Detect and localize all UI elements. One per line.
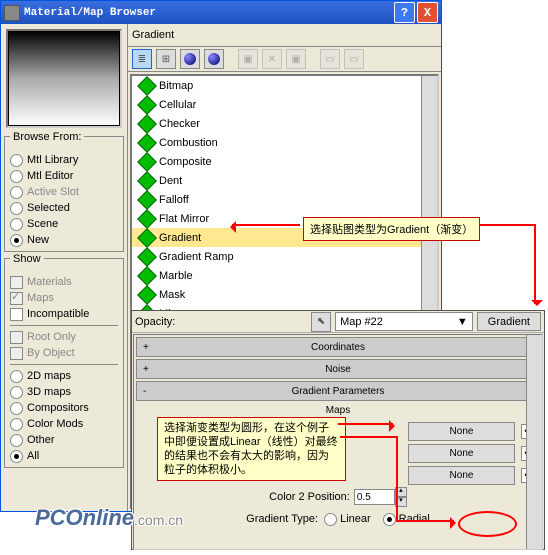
radio-cat-0[interactable]: 2D maps bbox=[10, 368, 118, 384]
tool-delete-icon: ✕ bbox=[262, 49, 282, 69]
check-filter-0: Root Only bbox=[10, 329, 118, 345]
red-line bbox=[474, 224, 534, 226]
tool-icon: ▣ bbox=[286, 49, 306, 69]
radio-cat-3[interactable]: Color Mods bbox=[10, 416, 118, 432]
spinner-input[interactable] bbox=[354, 489, 395, 505]
check-show-1: Maps bbox=[10, 290, 118, 306]
map-icon bbox=[137, 209, 157, 229]
map-icon bbox=[137, 228, 157, 248]
map-icon bbox=[137, 247, 157, 267]
window-title: Material/Map Browser bbox=[24, 7, 156, 19]
gradient-type-radios: Linear Radial bbox=[324, 513, 430, 526]
toolbar: ≣ ⊞ ▣ ✕ ▣ ▭ ▭ bbox=[128, 47, 441, 72]
opacity-label: Opacity: bbox=[135, 316, 175, 328]
map-button[interactable]: None bbox=[408, 466, 515, 485]
pick-icon[interactable]: ⬉ bbox=[311, 312, 331, 332]
view-ball2-icon[interactable] bbox=[204, 49, 224, 69]
map-icon bbox=[137, 133, 157, 153]
map-icon bbox=[137, 95, 157, 115]
map-type-item[interactable]: Dent bbox=[132, 171, 437, 190]
radio-cat-4[interactable]: Other bbox=[10, 432, 118, 448]
map-type-item[interactable]: Mask bbox=[132, 285, 437, 304]
map-icon bbox=[137, 152, 157, 172]
radio-radial[interactable]: Radial bbox=[383, 513, 430, 526]
map-type-item[interactable]: Cellular bbox=[132, 95, 437, 114]
map-icon bbox=[137, 190, 157, 210]
radio-browse-2[interactable]: Active Slot bbox=[10, 184, 118, 200]
map-type-item[interactable]: Checker bbox=[132, 114, 437, 133]
radio-cat-2[interactable]: Compositors bbox=[10, 400, 118, 416]
title-bar: Material/Map Browser ? X bbox=[1, 1, 441, 24]
map-icon bbox=[137, 114, 157, 134]
map-icon bbox=[137, 266, 157, 286]
map-type-item[interactable]: Falloff bbox=[132, 190, 437, 209]
red-line bbox=[396, 436, 398, 520]
map-type-item[interactable]: Bitmap bbox=[132, 76, 437, 95]
gradient-type-label: Gradient Type: bbox=[246, 513, 318, 525]
annotation-1: 选择贴图类型为Gradient（渐变） bbox=[303, 217, 480, 241]
radio-cat-1[interactable]: 3D maps bbox=[10, 384, 118, 400]
browse-from-group: Browse From: Mtl LibraryMtl EditorActive… bbox=[4, 136, 124, 252]
check-show-0: Materials bbox=[10, 274, 118, 290]
map-type-item[interactable]: Gradient Ramp bbox=[132, 247, 437, 266]
scrollbar[interactable] bbox=[526, 335, 542, 549]
watermark: PCOnline.com.cn bbox=[35, 505, 183, 531]
current-name: Gradient bbox=[132, 29, 174, 41]
color2-pos-label: Color 2 Position: bbox=[269, 491, 350, 503]
group-title: Show bbox=[10, 253, 44, 265]
red-arrow-icon bbox=[396, 520, 454, 522]
radio-browse-0[interactable]: Mtl Library bbox=[10, 152, 118, 168]
app-icon bbox=[4, 5, 20, 21]
view-list-icon[interactable]: ≣ bbox=[132, 49, 152, 69]
map-type-item[interactable]: Composite bbox=[132, 152, 437, 171]
tool-icon: ▭ bbox=[320, 49, 340, 69]
map-button[interactable]: None bbox=[408, 422, 515, 441]
map-icon bbox=[137, 76, 157, 96]
sidebar: Browse From: Mtl LibraryMtl EditorActive… bbox=[1, 24, 128, 511]
type-button[interactable]: Gradient bbox=[477, 312, 541, 331]
radio-cat-5[interactable]: All bbox=[10, 448, 118, 464]
red-line bbox=[340, 436, 396, 438]
radio-browse-1[interactable]: Mtl Editor bbox=[10, 168, 118, 184]
red-arrow-icon bbox=[232, 224, 300, 226]
map-icon bbox=[137, 171, 157, 191]
annotation-2: 选择渐变类型为圆形，在这个例子中即便设置成Linear（线性）对最终的结果也不会… bbox=[157, 417, 346, 481]
red-arrow-icon bbox=[338, 423, 393, 425]
map-type-item[interactable]: Marble bbox=[132, 266, 437, 285]
radio-browse-5[interactable]: New bbox=[10, 232, 118, 248]
group-title: Browse From: bbox=[10, 131, 84, 143]
view-ball-icon[interactable] bbox=[180, 49, 200, 69]
radio-browse-3[interactable]: Selected bbox=[10, 200, 118, 216]
check-show-2[interactable]: Incompatible bbox=[10, 306, 118, 322]
red-arrow-icon bbox=[534, 224, 536, 304]
color2-pos-spinner[interactable]: ▴▾ bbox=[354, 487, 407, 507]
map-icon bbox=[137, 285, 157, 305]
map-button[interactable]: None bbox=[408, 444, 515, 463]
help-button[interactable]: ? bbox=[394, 2, 415, 23]
tool-icon: ▣ bbox=[238, 49, 258, 69]
tool-icon: ▭ bbox=[344, 49, 364, 69]
show-group: Show MaterialsMapsIncompatible Root Only… bbox=[4, 258, 124, 468]
map-type-item[interactable]: Combustion bbox=[132, 133, 437, 152]
rollout-gradient-params[interactable]: -Gradient Parameters bbox=[136, 381, 540, 401]
rollout-coordinates[interactable]: +Coordinates bbox=[136, 337, 540, 357]
rollout-noise[interactable]: +Noise bbox=[136, 359, 540, 379]
radio-browse-4[interactable]: Scene bbox=[10, 216, 118, 232]
view-thumb-icon[interactable]: ⊞ bbox=[156, 49, 176, 69]
radio-linear[interactable]: Linear bbox=[324, 513, 371, 526]
preview-swatch bbox=[6, 29, 122, 128]
check-filter-1: By Object bbox=[10, 345, 118, 361]
map-name-dropdown[interactable]: Map #22▼ bbox=[335, 312, 473, 331]
close-button[interactable]: X bbox=[417, 2, 438, 23]
